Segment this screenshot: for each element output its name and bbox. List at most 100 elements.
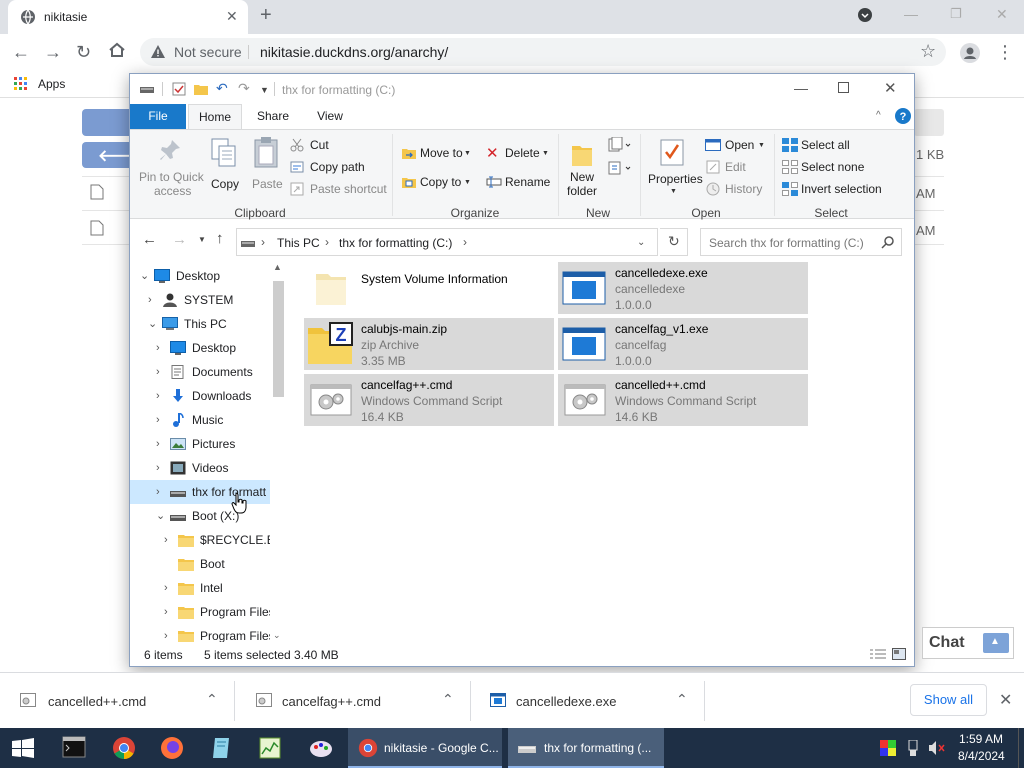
bookmark-star-icon[interactable]: ☆ (920, 41, 936, 62)
file-tile[interactable]: cancelfag++.cmd Windows Command Script 16.… (304, 374, 554, 426)
address-dropdown-icon[interactable]: ⌄ (637, 237, 645, 248)
new-folder-button[interactable]: New folder (562, 134, 608, 200)
warning-icon[interactable] (150, 44, 166, 60)
close-browser-button[interactable]: ✕ (996, 6, 1008, 23)
firefox-taskbar-icon[interactable] (160, 736, 184, 768)
apps-grid-icon[interactable] (14, 77, 28, 91)
download-item[interactable]: cancelled++.cmd ⌃ (0, 673, 235, 729)
tab-view[interactable]: View (304, 104, 356, 129)
edit-button[interactable]: Edit (725, 160, 746, 174)
customize-qa-icon[interactable]: ▼ (260, 85, 269, 95)
nav-item[interactable]: › Music (130, 408, 270, 432)
explorer-task-button[interactable]: thx for formatting (... (508, 728, 664, 768)
show-desktop-button[interactable] (1018, 728, 1024, 768)
tray-app-icon[interactable] (880, 740, 896, 768)
apps-bookmark[interactable]: Apps (38, 77, 65, 91)
scroll-down-icon[interactable]: ⌄ (273, 630, 281, 641)
pin-to-quick-access-button[interactable]: Pin to Quick access (136, 134, 204, 200)
history-button[interactable]: History (725, 182, 762, 196)
cut-button[interactable]: Cut (310, 138, 329, 152)
collapsed-chevron-icon[interactable]: › (156, 432, 160, 456)
clock-date[interactable]: 8/4/2024 (958, 749, 1005, 768)
copy-button[interactable]: Copy (206, 134, 242, 200)
collapsed-chevron-icon[interactable]: › (156, 336, 160, 360)
nav-item[interactable]: › Videos (130, 456, 270, 480)
recent-locations-icon[interactable]: ▼ (198, 235, 206, 244)
file-tile[interactable]: cancelledexe.exe cancelledexe 1.0.0.0 (558, 262, 808, 314)
chat-widget[interactable]: Chat ▲ (922, 627, 1014, 659)
expanded-chevron-icon[interactable]: ⌄ (148, 312, 157, 336)
collapsed-chevron-icon[interactable]: › (156, 480, 160, 504)
tab-share[interactable]: Share (248, 104, 298, 129)
address-bar[interactable]: Not secure nikitasie.duckdns.org/anarchy… (140, 38, 946, 66)
chat-expand-icon[interactable]: ▲ (983, 633, 1009, 653)
collapse-ribbon-icon[interactable]: ^ (876, 110, 881, 121)
copy-path-button[interactable]: Copy path (310, 160, 365, 174)
new-tab-button[interactable]: + (260, 4, 272, 27)
file-tile[interactable]: cancelled++.cmd Windows Command Script 14.… (558, 374, 808, 426)
nav-item[interactable]: › SYSTEM (130, 288, 270, 312)
tab-home[interactable]: Home (188, 104, 242, 129)
nav-item[interactable]: › thx for formatt (130, 480, 270, 504)
nav-scrollbar-thumb[interactable] (273, 281, 284, 397)
minimize-browser-button[interactable]: — (904, 6, 918, 22)
nav-item[interactable]: › Documents (130, 360, 270, 384)
back-nav-icon[interactable]: ← (142, 231, 157, 248)
invert-selection-button[interactable]: Invert selection (801, 182, 882, 196)
up-icon[interactable]: ↑ (216, 230, 224, 247)
nav-item[interactable]: ⌄ Boot (X:) (130, 504, 270, 528)
copy-to-dropdown-icon[interactable]: ▼ (464, 179, 471, 186)
select-none-button[interactable]: Select none (801, 160, 864, 174)
nav-item[interactable]: › Intel (130, 576, 270, 600)
open-dropdown-icon[interactable]: ▼ (758, 142, 765, 149)
paint-taskbar-icon[interactable] (308, 736, 334, 768)
paste-button[interactable]: Paste (248, 134, 284, 200)
volume-muted-icon[interactable] (928, 740, 946, 768)
url-text[interactable]: nikitasie.duckdns.org/anarchy/ (260, 44, 448, 60)
download-menu-chevron-icon[interactable]: ⌃ (442, 691, 454, 708)
tab-file[interactable]: File (130, 104, 186, 129)
properties-dropdown-icon[interactable]: ▼ (670, 188, 677, 195)
details-view-icon[interactable] (870, 649, 886, 661)
collapsed-chevron-icon[interactable]: › (164, 624, 168, 642)
chrome-taskbar-icon[interactable] (112, 736, 136, 768)
help-icon[interactable]: ? (895, 108, 911, 124)
delete-dropdown-icon[interactable]: ▼ (542, 150, 549, 157)
breadcrumb-this-pc[interactable]: This PC (277, 236, 320, 250)
nav-item[interactable]: ⌄ Desktop (130, 264, 270, 288)
file-tile[interactable]: System Volume Information (304, 262, 554, 314)
close-tab-icon[interactable]: ✕ (226, 8, 238, 25)
profile-menu-icon[interactable] (858, 8, 872, 22)
close-shelf-icon[interactable]: ✕ (999, 690, 1012, 710)
collapsed-chevron-icon[interactable]: › (164, 576, 168, 600)
task-manager-taskbar-icon[interactable] (258, 736, 282, 768)
collapsed-chevron-icon[interactable]: › (164, 528, 168, 552)
usb-tray-icon[interactable] (907, 740, 919, 768)
close-button[interactable]: ✕ (884, 79, 897, 97)
notepad-taskbar-icon[interactable] (210, 736, 234, 768)
properties-button[interactable]: Properties ▼ (644, 134, 703, 200)
forward-nav-icon[interactable]: → (172, 231, 187, 248)
expanded-chevron-icon[interactable]: ⌄ (140, 264, 149, 288)
nav-item[interactable]: ⌄ This PC (130, 312, 270, 336)
nav-item[interactable]: › Desktop (130, 336, 270, 360)
home-icon[interactable] (108, 41, 126, 59)
collapsed-chevron-icon[interactable]: › (156, 360, 160, 384)
file-tile[interactable]: Zcalubjs-main.zip zip Archive 3.35 MB (304, 318, 554, 370)
undo-icon[interactable]: ↶ (216, 80, 228, 97)
new-folder-qa-icon[interactable] (194, 82, 208, 96)
show-all-button[interactable]: Show all (910, 684, 987, 716)
move-to-dropdown-icon[interactable]: ▼ (464, 150, 471, 157)
forward-icon[interactable]: → (44, 42, 62, 63)
restore-browser-button[interactable]: ❐ (950, 6, 962, 22)
open-button[interactable]: Open (725, 138, 754, 152)
download-item[interactable]: cancelledexe.exe ⌃ (470, 673, 705, 729)
move-to-button[interactable]: Move to (420, 146, 463, 160)
breadcrumb-drive[interactable]: thx for formatting (C:) (339, 236, 452, 250)
redo-icon[interactable]: ↷ (238, 80, 250, 97)
rename-button[interactable]: Rename (505, 175, 550, 189)
download-item[interactable]: cancelfag++.cmd ⌃ (236, 673, 471, 729)
collapsed-chevron-icon[interactable]: › (156, 456, 160, 480)
collapsed-chevron-icon[interactable]: › (156, 408, 160, 432)
reload-icon[interactable]: ↻ (76, 42, 91, 63)
